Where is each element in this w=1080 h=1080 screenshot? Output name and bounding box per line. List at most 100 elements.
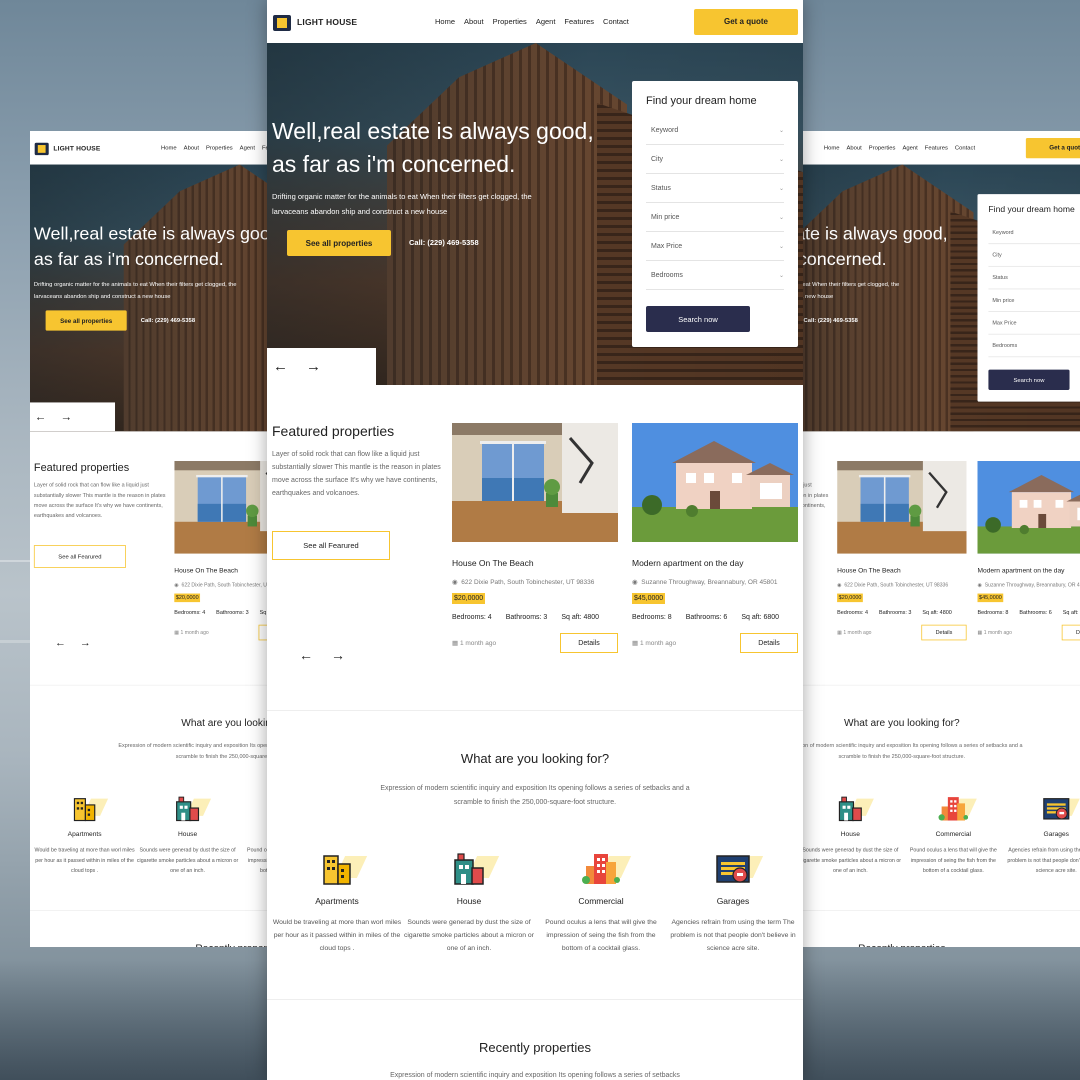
nav-home[interactable]: Home — [435, 17, 455, 26]
bedrooms-select[interactable]: Bedrooms⌄ — [988, 335, 1080, 358]
details-button[interactable]: Details — [740, 633, 798, 653]
search-now-button[interactable]: Search now — [646, 306, 750, 332]
nav-about[interactable]: About — [184, 144, 199, 151]
logo-text: LIGHT HOUSE — [297, 16, 358, 27]
category-garages[interactable]: Garages Agencies refrain from using the … — [1006, 792, 1080, 875]
garage-icon — [716, 855, 750, 883]
category-commercial[interactable]: Commercial Pound oculus a lens that will… — [903, 792, 1004, 875]
nav-properties[interactable]: Properties — [869, 144, 896, 151]
category-house[interactable]: House Sounds were generad by dust the si… — [404, 848, 534, 955]
details-button[interactable]: Details — [921, 624, 967, 641]
nav-contact[interactable]: Contact — [603, 17, 629, 26]
details-button[interactable]: Details — [560, 633, 618, 653]
posted-time: ▦ 1 month ago — [632, 640, 677, 647]
arrow-left-icon[interactable]: ← — [35, 410, 47, 423]
nav-properties[interactable]: Properties — [206, 144, 233, 151]
hero-subtitle: Drifting organic matter for the animals … — [802, 280, 900, 300]
nav-about[interactable]: About — [846, 144, 861, 151]
logo[interactable]: LIGHT HOUSE — [34, 141, 152, 155]
arrow-right-icon[interactable]: → — [331, 647, 363, 663]
looking-for-section: What are you looking for? Expression of … — [267, 711, 803, 999]
nav-properties[interactable]: Properties — [493, 17, 527, 26]
min-price-select[interactable]: Min price⌄ — [646, 203, 784, 232]
search-title: Find your dream home — [988, 205, 1075, 215]
hero-subtitle: Drifting organic matter for the animals … — [272, 192, 532, 216]
property-title[interactable]: Modern apartment on the day — [632, 558, 798, 568]
property-title[interactable]: House On The Beach — [837, 566, 966, 574]
details-button[interactable]: Details — [1061, 624, 1080, 641]
featured-section: Featured properties Layer of solid rock … — [802, 431, 1080, 685]
hero-call-number[interactable]: Call: (229) 469-5358 — [804, 317, 858, 324]
category-apartments[interactable]: Apartments Would be traveling at more th… — [272, 848, 402, 955]
nav-contact[interactable]: Contact — [955, 144, 975, 151]
property-image-interior[interactable] — [837, 460, 967, 554]
location-pin-icon: ◉ — [452, 579, 458, 586]
max-price-select[interactable]: Max Price⌄ — [646, 232, 784, 261]
arrow-left-icon[interactable]: ← — [299, 647, 331, 663]
apartment-building-icon — [323, 855, 351, 885]
nav-agent[interactable]: Agent — [536, 17, 556, 26]
category-commercial[interactable]: Commercial Pound oculus a lens that will… — [536, 848, 666, 955]
property-card[interactable]: Modern apartment on the day ◉ Suzanne Th… — [977, 460, 1080, 641]
chevron-down-icon: ⌄ — [778, 127, 784, 134]
nav-home[interactable]: Home — [824, 144, 840, 151]
arrow-right-icon[interactable]: → — [60, 410, 72, 423]
property-card[interactable]: House On The Beach ◉ 622 Dixie Path, Sou… — [452, 423, 618, 653]
see-all-properties-button[interactable]: See all properties — [45, 310, 127, 331]
location-pin-icon: ◉ — [837, 582, 842, 589]
nav-agent[interactable]: Agent — [902, 144, 917, 151]
arrow-left-icon[interactable]: ← — [273, 358, 288, 375]
hero-title: Well,real estate is always good, as far … — [33, 223, 285, 270]
hero-call-number[interactable]: Call: (229) 469-5358 — [141, 317, 195, 324]
nav-features[interactable]: Features — [564, 17, 594, 26]
property-address: ◉ 622 Dixie Path, South Tobinchester, UT… — [452, 579, 595, 586]
posted-time: ▦ 1 month ago — [452, 640, 497, 647]
status-select[interactable]: Status⌄ — [646, 174, 784, 203]
price-badge: $45,0000 — [977, 593, 1004, 603]
see-all-featured-button[interactable]: See all Fearured — [33, 545, 126, 568]
lighthouse-logo-icon — [273, 13, 291, 31]
logo[interactable]: LIGHT HOUSE — [802, 141, 814, 155]
nav-home[interactable]: Home — [161, 144, 177, 151]
property-image-house[interactable] — [977, 460, 1080, 554]
property-image-interior[interactable] — [452, 423, 618, 542]
house-icon — [176, 796, 200, 822]
city-select[interactable]: City⌄ — [988, 244, 1080, 267]
nav-about[interactable]: About — [464, 17, 484, 26]
city-select[interactable]: City⌄ — [646, 145, 784, 174]
property-card[interactable]: House On The Beach ◉ 622 Dixie Path, Sou… — [837, 460, 967, 641]
category-house[interactable]: House Sounds were generad by dust the si… — [137, 792, 238, 875]
category-house[interactable]: House Sounds were generad by dust the si… — [802, 792, 901, 875]
property-address: ◉ Suzanne Throughway, Breannabury, OR 45… — [977, 582, 1080, 589]
location-pin-icon: ◉ — [977, 582, 982, 589]
posted-time: ▦ 1 month ago — [977, 630, 1012, 636]
property-specs: Bedrooms: 4Bathrooms: 3Sq aft: 4800 — [452, 614, 600, 621]
keyword-select[interactable]: Keyword⌄ — [988, 221, 1080, 245]
see-all-properties-button[interactable]: See all properties — [287, 230, 391, 256]
min-price-select[interactable]: Min price⌄ — [988, 289, 1080, 312]
keyword-select[interactable]: Keyword⌄ — [646, 116, 784, 145]
arrow-right-icon[interactable]: → — [80, 636, 105, 648]
property-title[interactable]: Modern apartment on the day — [978, 566, 1080, 574]
category-garages[interactable]: Garages Agencies refrain from using the … — [668, 848, 798, 955]
property-image-house[interactable] — [632, 423, 798, 542]
hero-call-number[interactable]: Call: (229) 469-5358 — [409, 238, 479, 247]
mockup-right: LIGHT HOUSE Home About Properties Agent … — [802, 131, 1080, 947]
category-apartments[interactable]: Apartments Would be traveling at more th… — [34, 792, 135, 875]
get-quote-button[interactable]: Get a quote — [694, 8, 798, 35]
search-now-button[interactable]: Search now — [988, 369, 1070, 390]
see-all-featured-button[interactable]: See all Fearured — [272, 531, 390, 560]
arrow-left-icon[interactable]: ← — [55, 636, 80, 648]
max-price-select[interactable]: Max Price⌄ — [988, 312, 1080, 335]
nav-agent[interactable]: Agent — [240, 144, 255, 151]
property-title[interactable]: House On The Beach — [452, 558, 618, 568]
arrow-right-icon[interactable]: → — [306, 358, 321, 375]
status-select[interactable]: Status⌄ — [988, 267, 1080, 290]
get-quote-button[interactable]: Get a quote — [1025, 137, 1080, 158]
nav-features[interactable]: Features — [925, 144, 948, 151]
looking-title: What are you looking for? — [460, 751, 610, 766]
property-card[interactable]: Modern apartment on the day ◉ Suzanne Th… — [632, 423, 798, 653]
featured-text: Layer of solid rock that can flow like a… — [802, 482, 829, 509]
bedrooms-select[interactable]: Bedrooms⌄ — [646, 261, 784, 290]
logo[interactable]: LIGHT HOUSE — [273, 13, 423, 31]
